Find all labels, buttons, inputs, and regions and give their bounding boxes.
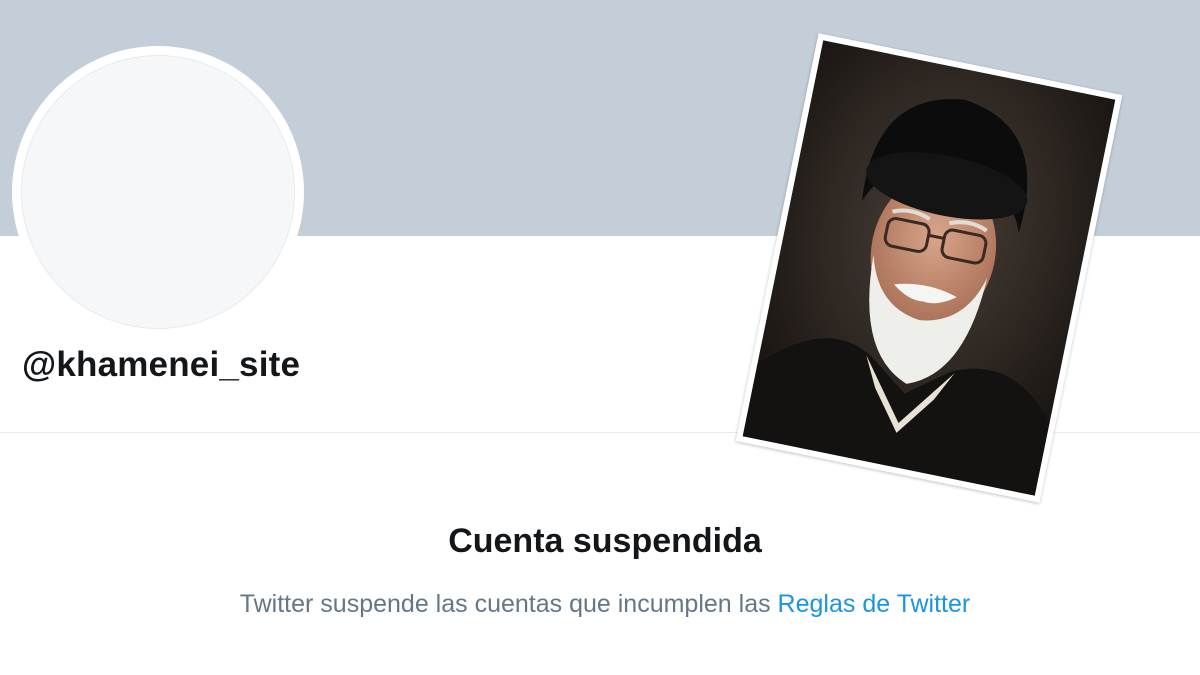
- profile-handle: @khamenei_site: [22, 345, 301, 384]
- twitter-rules-link[interactable]: Reglas de Twitter: [778, 590, 971, 618]
- suspension-message: Twitter suspende las cuentas que incumpl…: [0, 590, 1200, 619]
- suspension-message-text: Twitter suspende las cuentas que incumpl…: [239, 590, 771, 618]
- avatar[interactable]: [12, 46, 304, 338]
- avatar-placeholder: [21, 55, 295, 329]
- suspension-title: Cuenta suspendida: [448, 522, 762, 560]
